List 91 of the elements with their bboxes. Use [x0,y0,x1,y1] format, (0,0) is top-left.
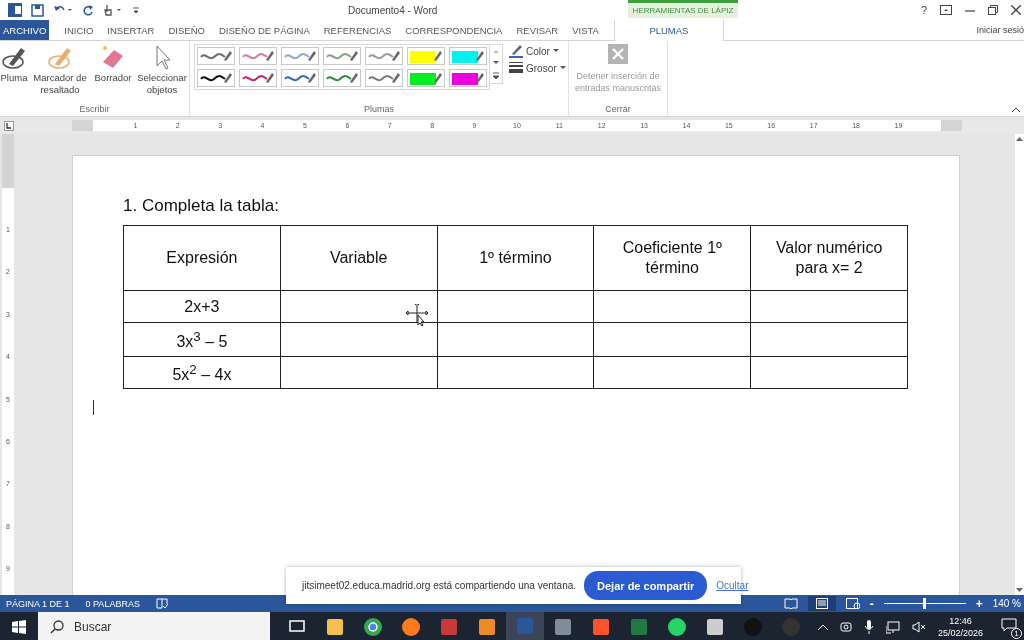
move-cursor-icon [406,304,428,326]
page-layout-icon [815,598,828,609]
pen-style-swatch[interactable] [365,69,403,87]
scroll-down-icon[interactable] [1016,588,1023,593]
scroll-up-icon[interactable] [1016,136,1023,141]
ribbon-tab[interactable]: ARCHIVO [0,20,50,40]
help-button[interactable]: ? [920,4,927,16]
taskbar-search-field[interactable]: Buscar [38,612,270,640]
print-layout-button[interactable] [807,596,836,611]
table-cell: 5x$^{2}$ – 4x [123,356,281,389]
sign-in-link[interactable]: Iniciar sesió [976,25,1024,35]
pen-style-swatch[interactable] [323,69,361,87]
ribbon-tool-button[interactable]: Seleccionar objetos [135,44,189,96]
exercise-heading: 1. Completa la tabla: [123,196,280,216]
ribbon-tool-button[interactable]: Pluma [0,44,28,96]
stop-sharing-button[interactable]: Dejar de compartir [584,571,708,600]
windows-start-icon[interactable] [12,620,26,634]
close-icon[interactable] [1011,5,1021,15]
table-header-cell: Coeficiente 1º término [593,225,751,291]
zoom-in-button[interactable]: + [975,596,983,611]
pen-style-swatch[interactable] [407,47,445,65]
pen-style-swatch[interactable] [239,47,277,65]
text-cursor [93,400,94,415]
ribbon-tool-button[interactable]: Marcador de resaltado [29,44,91,96]
pen-style-swatch[interactable] [281,47,319,65]
ribbon-tab[interactable]: DISEÑO [161,20,212,40]
caret-icon [559,66,566,70]
tab-selector-icon[interactable] [4,120,14,131]
clock-date[interactable]: 25/02/2026 [938,627,984,639]
web-layout-icon[interactable] [845,598,860,609]
ribbon-tab[interactable]: INICIO [57,20,101,40]
muted-speaker-icon[interactable] [912,621,926,633]
more-icon[interactable] [492,72,500,80]
table-header-cell: Valor numérico para x= 2 [750,225,908,291]
pen-style-swatch[interactable] [323,47,361,65]
pen-style-swatch[interactable] [197,69,235,87]
pen-style-swatch[interactable] [281,69,319,87]
context-tab-header: HERRAMIENTAS DE LÁPIZ [628,0,738,18]
caret-icon [552,49,559,53]
zoom-level[interactable]: 140 % [992,598,1021,609]
page-count[interactable]: PÁGINA 1 DE 1 [6,598,70,609]
group-label: Escribir [79,104,110,114]
ink-color-dropdown[interactable]: Color [509,44,566,58]
table-cell: 3x$^{3}$ – 5 [123,322,281,357]
clock-time[interactable]: 12:46 [949,615,972,627]
ribbon-tab[interactable]: PLUMAS [613,20,724,41]
eraser-icon [100,44,126,70]
pen-icon [509,44,523,58]
table-header-cell: Variable [280,225,438,291]
read-mode-icon[interactable] [783,598,798,609]
redo-icon[interactable] [82,4,94,16]
network-icon[interactable] [886,620,900,634]
chevron-up-icon[interactable] [818,624,828,630]
ribbon-display-icon[interactable] [940,5,952,15]
pen-style-swatch[interactable] [449,69,487,87]
x-icon [608,44,628,64]
table-header-cell: 1º término [437,225,594,291]
thickness-dropdown[interactable]: Grosor [509,62,566,74]
ribbon-tab[interactable]: VISTA [565,20,606,40]
ribbon-tab[interactable]: DISEÑO DE PÁGINA [211,20,317,40]
customize-icon[interactable] [132,5,140,15]
word-count[interactable]: 0 PALABRAS [85,598,140,609]
save-icon[interactable] [31,3,44,17]
restore-icon[interactable] [988,5,998,15]
group-label: Cerrar [605,104,631,114]
pen-style-swatch[interactable] [449,47,487,65]
microphone-icon[interactable] [864,620,874,634]
collapse-ribbon-icon[interactable] [1012,107,1020,112]
ribbon-tool-button[interactable]: Borrador [92,44,134,96]
camera-icon[interactable] [840,620,852,634]
ribbon-tab[interactable]: CORRESPONDENCIA [398,20,510,40]
ribbon-tab[interactable]: INSERTAR [100,20,162,40]
ribbon-tab[interactable]: REVISAR [509,20,566,40]
line-weight-icon [509,62,523,74]
proofing-icon[interactable] [155,598,168,609]
notifications-icon[interactable] [1001,618,1018,632]
zoom-out-button[interactable]: - [869,596,874,611]
pen-style-swatch[interactable] [407,69,445,87]
hide-link[interactable]: Ocultar [716,580,749,591]
share-message: jitsimeet02.educa.madrid.org está compartiendo una ventana. [302,580,577,591]
table-cell: 2x+3 [123,290,281,323]
window-title: Documento4 - Word [348,4,438,16]
touch-mode-icon[interactable] [103,4,123,16]
ribbon-tab[interactable]: REFERENCIAS [316,20,399,40]
pen-style-swatch[interactable] [197,47,235,65]
group-label: Plumas [364,104,394,114]
pen-style-swatch[interactable] [365,47,403,65]
pen-style-swatch[interactable] [239,69,277,87]
table-header-cell: Expresión [123,225,281,291]
scroll-down-icon[interactable] [492,60,500,66]
notification-count: 1 [1011,628,1023,639]
